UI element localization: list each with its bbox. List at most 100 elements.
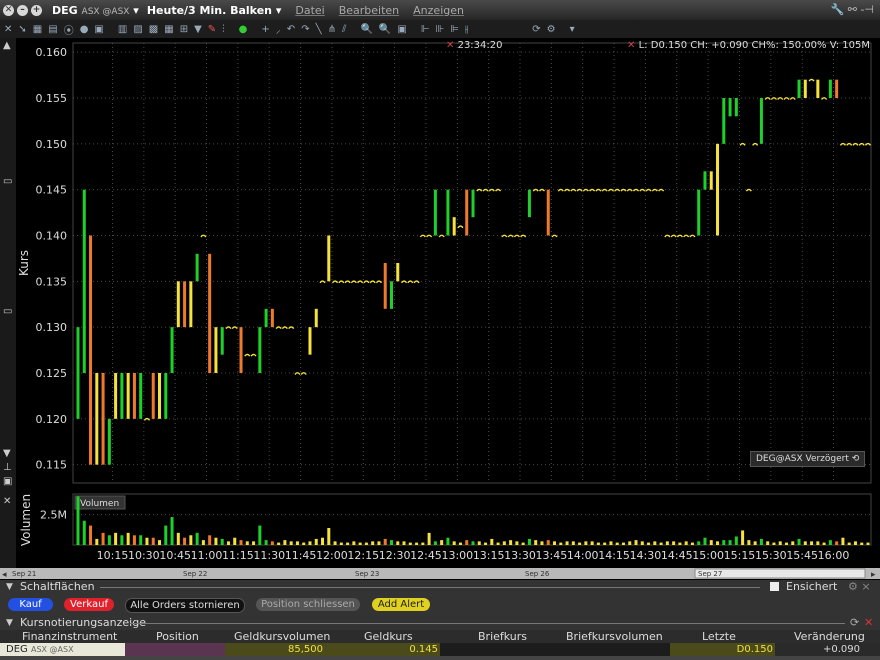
collapse-quote-panel-icon[interactable]: ▼	[6, 616, 13, 630]
settings-icon[interactable]: ⚙	[547, 24, 556, 35]
close-window-icon[interactable]: ✕	[3, 4, 14, 16]
volume-bar	[107, 535, 111, 545]
volume-bar	[327, 528, 331, 545]
date-scrollbar[interactable]: ◂ ▸ Sep 21 Sep 22 Sep 23 Sep 26 Sep 27	[0, 568, 880, 580]
col-instrument[interactable]: Finanzinstrument	[22, 630, 117, 643]
zoom-fit-icon[interactable]: ▣	[397, 24, 406, 35]
cross-icon[interactable]: +	[261, 24, 269, 35]
close-volume-icon[interactable]: ✕	[3, 496, 11, 507]
volume-bar	[628, 541, 632, 545]
draw-icon[interactable]: ⸝	[276, 22, 281, 36]
x-tick-label: 14:45	[661, 549, 693, 562]
col-ask-size[interactable]: Briefkursvolumen	[566, 630, 663, 643]
shift-center-icon[interactable]: ⊪	[436, 24, 445, 35]
y-axis-label: Kurs	[17, 250, 31, 276]
window-grid-icon[interactable]: ⊞	[180, 24, 188, 35]
lock-icon[interactable]: ⊥	[3, 462, 12, 473]
save-icon[interactable]: ▣	[3, 476, 12, 487]
volume-bar	[440, 540, 444, 545]
secured-checkbox[interactable]	[770, 582, 779, 591]
col-ask[interactable]: Briefkurs	[478, 630, 527, 643]
layout2-icon[interactable]: ▨	[133, 24, 142, 35]
collapse-up-icon[interactable]: ▲	[3, 40, 11, 51]
shift-right-icon[interactable]: ⊫	[450, 24, 459, 35]
volume-bar	[527, 538, 531, 545]
volume-bar	[734, 536, 738, 545]
volume-bar	[114, 532, 118, 545]
price-bar	[270, 308, 274, 328]
date-tick-label: Sep 26	[525, 570, 550, 578]
col-change[interactable]: Veränderung	[794, 630, 865, 643]
color-icon[interactable]: ●	[80, 24, 89, 35]
maximize-window-icon[interactable]: +	[31, 4, 42, 16]
fib-icon[interactable]: ⋔	[328, 24, 336, 35]
price-bar	[709, 171, 713, 190]
snapshot-icon[interactable]: ▣	[94, 24, 103, 35]
ask-cell	[440, 643, 550, 656]
price-bar	[446, 189, 450, 236]
refresh-icon[interactable]: ⟳	[532, 24, 540, 35]
pencil-icon[interactable]: ✎	[208, 24, 216, 35]
dropdown-icon[interactable]: ▼	[194, 24, 202, 35]
volume-bar	[565, 541, 569, 545]
close-position-button[interactable]: Position schliessen	[256, 598, 360, 611]
undo-icon[interactable]: ↶	[287, 24, 295, 35]
splitter-top-icon[interactable]: ▭	[3, 176, 12, 187]
zoom-in-icon[interactable]: 🔍	[360, 24, 372, 35]
layout4-icon[interactable]: ▦	[164, 24, 173, 35]
price-bar	[383, 263, 387, 309]
scale-icon[interactable]: ⫲	[465, 24, 468, 35]
volume-bar	[465, 540, 469, 545]
sell-button[interactable]: Verkauf	[64, 598, 114, 611]
price-bar	[82, 189, 86, 373]
indicator-icon[interactable]: ⫶	[222, 24, 225, 35]
more-dropdown-icon[interactable]: ▾	[570, 24, 575, 35]
buy-button[interactable]: Kauf	[8, 598, 53, 611]
add-alert-button[interactable]: Add Alert	[372, 598, 430, 611]
collapse-down-icon[interactable]: ▼	[3, 448, 11, 459]
menu-datei[interactable]: Datei	[295, 4, 324, 17]
x-tick-label: 15:00	[692, 549, 724, 562]
period-selector[interactable]: Heute/3 Min. Balken ▾	[147, 4, 282, 17]
minimize-window-icon[interactable]: –	[17, 4, 28, 16]
panel-settings-icon[interactable]: ⚙ ×	[848, 580, 871, 594]
table-row[interactable]: DEG ASX @ASX 85,500 0.145 D0.150 +0.090	[0, 643, 880, 656]
col-bid-size[interactable]: Geldkursvolumen	[234, 630, 330, 643]
channel-icon[interactable]: ⫽	[342, 24, 346, 35]
panel-options-icon[interactable]: ⟳	[850, 616, 859, 630]
x-tick-label: 14:30	[630, 549, 662, 562]
date-scrollbar-track[interactable]: ◂ ▸ Sep 21 Sep 22 Sep 23 Sep 26 Sep 27	[0, 568, 880, 580]
close-panel-icon[interactable]: ✕	[864, 616, 873, 630]
menu-anzeigen[interactable]: Anzeigen	[413, 4, 464, 17]
trend-line-icon[interactable]: ╲	[316, 24, 322, 35]
price-bar	[176, 281, 180, 328]
grid-icon[interactable]: ▦	[33, 24, 42, 35]
arrow-icon[interactable]: ➘	[18, 24, 26, 35]
layout3-icon[interactable]: ▩	[149, 24, 158, 35]
green-dot-icon[interactable]: ●	[239, 24, 248, 35]
price-chart[interactable]: 0.115 0.120 0.125 0.130 0.135 0.140 0.145 0.150…	[16, 38, 876, 568]
splitter-bottom-icon[interactable]: ▭	[3, 306, 12, 317]
layout1-icon[interactable]: ▥	[118, 24, 127, 35]
print-icon[interactable]: ▤	[48, 24, 57, 35]
instrument-cell[interactable]: DEG ASX @ASX	[0, 643, 125, 656]
bar-style-icon[interactable]: ⦿	[64, 22, 74, 37]
crosshair-icon[interactable]: ✕	[4, 24, 12, 35]
window-tools-icon[interactable]: 🔧 ⚯ -⊣	[831, 3, 874, 16]
menu-bearbeiten[interactable]: Bearbeiten	[339, 4, 399, 17]
title-bar: ✕ – + DEG ASX @ASX ▾ Heute/3 Min. Balken…	[0, 0, 880, 20]
shift-left-icon[interactable]: ⊩	[421, 24, 430, 35]
redo-icon[interactable]: ↷	[301, 24, 309, 35]
volume-bar	[358, 542, 362, 545]
volume-bar	[747, 540, 751, 545]
cancel-all-orders-button[interactable]: Alle Orders stornieren	[125, 598, 245, 613]
zoom-out-icon[interactable]: 🔍	[379, 24, 391, 35]
scroll-left-icon: ◂	[2, 570, 7, 579]
col-position[interactable]: Position	[156, 630, 199, 643]
col-last[interactable]: Letzte	[702, 630, 736, 643]
collapse-panel-icon[interactable]: ▼	[6, 580, 13, 594]
price-bar	[697, 189, 701, 236]
price-bar	[716, 143, 720, 236]
price-bar	[164, 373, 168, 419]
col-bid[interactable]: Geldkurs	[364, 630, 413, 643]
